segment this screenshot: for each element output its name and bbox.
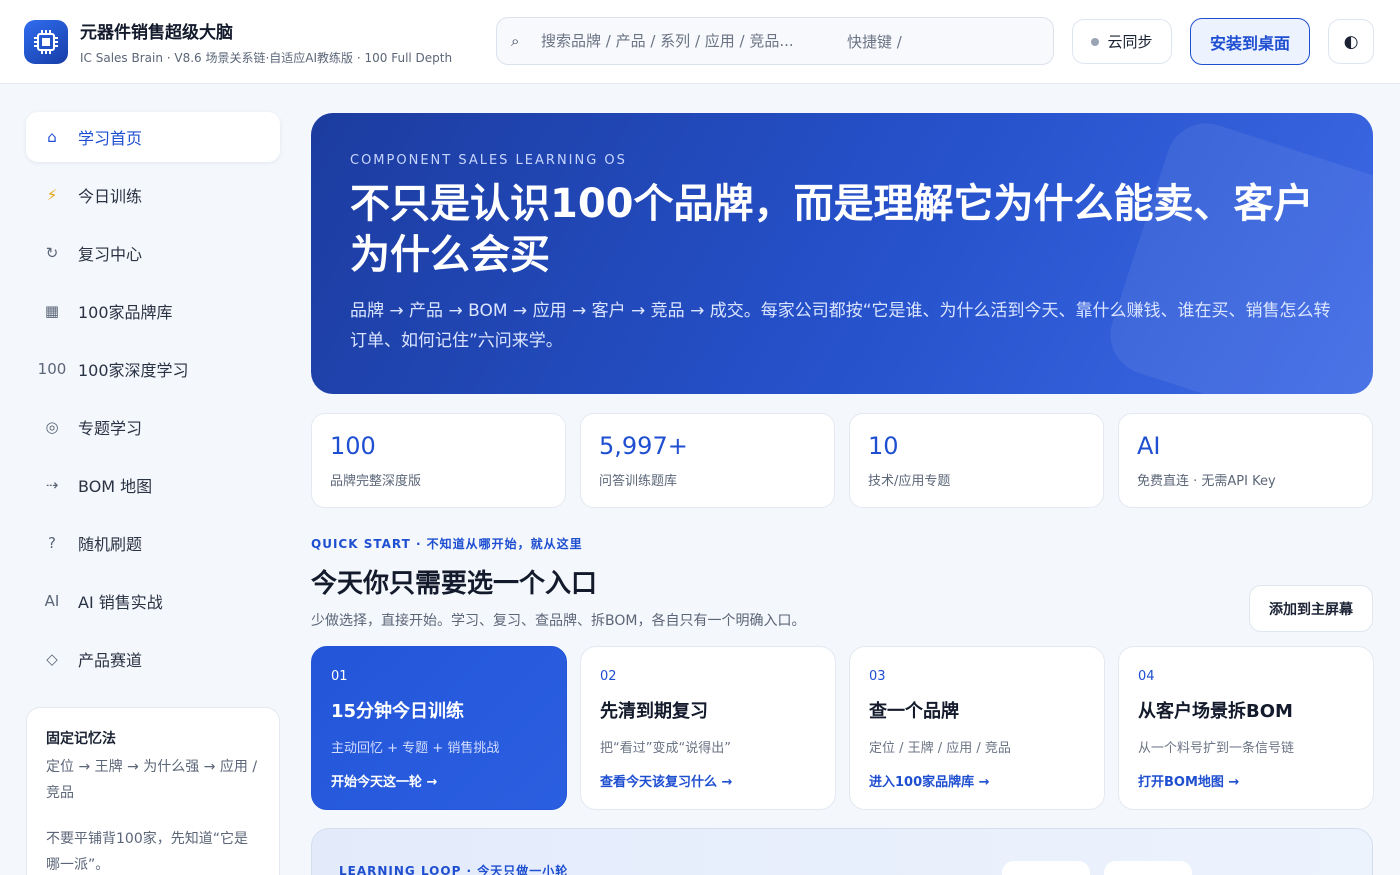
quick-card-link[interactable]: 查看今天该复习什么 → xyxy=(600,771,816,790)
sidebar-item-brand-library[interactable]: ▦ 100家品牌库 xyxy=(26,286,280,336)
target-icon: ◎ xyxy=(45,418,59,436)
sidebar-item-review[interactable]: ↻ 复习中心 xyxy=(26,228,280,278)
refresh-icon: ↻ xyxy=(45,244,59,262)
quick-card-title: 从客户场景拆BOM xyxy=(1138,701,1293,722)
sidebar-item-bom-map[interactable]: ⇢ BOM 地图 xyxy=(26,460,280,510)
quick-card-number: 04 xyxy=(1138,669,1155,684)
stat-card-ai: AI 免费直连 · 无需API Key xyxy=(1118,413,1373,508)
learning-loop-panel: LEARNING LOOP · 今天只做一小轮 xyxy=(311,828,1373,875)
sidebar-item-label: 学习首页 xyxy=(78,129,143,148)
sidebar-item-label: 100家品牌库 xyxy=(78,303,173,322)
sidebar-item-product-tracks[interactable]: ◇ 产品赛道 xyxy=(26,634,280,684)
quick-card-description: 主动回忆 + 专题 + 销售挑战 xyxy=(331,741,500,756)
sidebar-item-deep-learning[interactable]: 100 100家深度学习 xyxy=(26,344,280,394)
app-subtitle: IC Sales Brain · V8.6 场景关系链·自适应AI教练版 · 1… xyxy=(80,51,453,65)
stat-card-questions: 5,997+ 问答训练题库 xyxy=(580,413,835,508)
quick-card-description: 从一个料号扩到一条信号链 xyxy=(1138,741,1295,756)
cloud-sync-label: 云同步 xyxy=(1107,33,1153,51)
home-icon: ⌂ xyxy=(47,128,57,146)
quick-card-bom[interactable]: 04 从客户场景拆BOM 从一个料号扩到一条信号链 打开BOM地图 → xyxy=(1118,646,1374,810)
grid-icon: ▦ xyxy=(44,302,60,320)
sidebar-item-label: 随机刷题 xyxy=(78,535,143,554)
quick-card-daily-training[interactable]: 01 15分钟今日训练 主动回忆 + 专题 + 销售挑战 开始今天这一轮 → xyxy=(311,646,567,810)
sidebar-item-random-quiz[interactable]: ? 随机刷题 xyxy=(26,518,280,568)
quick-card-description: 定位 / 王牌 / 应用 / 竞品 xyxy=(869,741,1011,756)
diamond-icon: ◇ xyxy=(46,650,58,668)
sidebar-item-daily-training[interactable]: ⚡ 今日训练 xyxy=(26,170,280,220)
memory-card-title: 固定记忆法 xyxy=(46,731,116,747)
quick-card-link[interactable]: 开始今天这一轮 → xyxy=(331,771,547,790)
hero-description: 品牌 → 产品 → BOM → 应用 → 客户 → 竞品 → 成交。每家公司都按… xyxy=(350,301,1331,351)
sync-status-dot-icon xyxy=(1091,37,1100,46)
learning-loop-step[interactable] xyxy=(1002,861,1090,875)
ai-icon: AI xyxy=(44,592,60,610)
sidebar-item-label: 专题学习 xyxy=(78,419,143,438)
add-to-home-screen-button[interactable]: 添加到主屏幕 xyxy=(1249,585,1373,632)
hundred-badge-icon: 100 xyxy=(37,360,67,378)
sidebar-item-label: BOM 地图 xyxy=(78,477,153,496)
stat-card-brands: 100 品牌完整深度版 xyxy=(311,413,566,508)
stat-value: 5,997+ xyxy=(599,432,688,460)
quick-card-number: 02 xyxy=(600,669,617,684)
search-input[interactable] xyxy=(541,32,841,50)
quick-start-subtitle: 少做选择，直接开始。学习、复习、查品牌、拆BOM，各自只有一个明确入口。 xyxy=(311,613,806,629)
stat-label: 技术/应用专题 xyxy=(868,474,951,489)
learning-loop-step[interactable] xyxy=(1104,861,1192,875)
quick-card-title: 15分钟今日训练 xyxy=(331,701,465,722)
sidebar-item-label: 100家深度学习 xyxy=(78,361,189,380)
quick-card-title: 查一个品牌 xyxy=(869,701,959,722)
quick-card-number: 01 xyxy=(331,669,348,684)
stat-value: 100 xyxy=(330,432,376,460)
chip-logo-icon[interactable] xyxy=(24,20,68,64)
quick-card-brand-lookup[interactable]: 03 查一个品牌 定位 / 王牌 / 应用 / 竞品 进入100家品牌库 → xyxy=(849,646,1105,810)
stat-card-topics: 10 技术/应用专题 xyxy=(849,413,1104,508)
quick-card-title: 先清到期复习 xyxy=(600,701,708,722)
search-shortcut-hint: 快捷键 / xyxy=(847,32,902,51)
search-icon: ⌕ xyxy=(511,32,520,50)
sidebar-item-label: AI 销售实战 xyxy=(78,593,163,612)
arrow-right-icon: ⇢ xyxy=(45,476,59,494)
app-header: 元器件销售超级大脑 IC Sales Brain · V8.6 场景关系链·自适… xyxy=(0,0,1400,84)
hero-kicker: COMPONENT SALES LEARNING OS xyxy=(350,153,627,168)
memory-card-text: 定位 → 王牌 → 为什么强 → 应用 / 竞品 xyxy=(46,759,258,801)
learning-loop-kicker: LEARNING LOOP · 今天只做一小轮 xyxy=(339,864,569,875)
stat-label: 问答训练题库 xyxy=(599,474,678,489)
stat-value: AI xyxy=(1137,432,1161,460)
theme-toggle-icon[interactable]: ◐ xyxy=(1328,19,1374,64)
sidebar-nav: ⌂ 学习首页 ⚡ 今日训练 ↻ 复习中心 ▦ 100家品牌库 100 100家深… xyxy=(26,112,280,692)
sidebar-item-label: 今日训练 xyxy=(78,187,143,206)
sidebar-item-home[interactable]: ⌂ 学习首页 xyxy=(26,112,280,162)
cloud-sync-button[interactable]: 云同步 xyxy=(1072,19,1172,64)
lightning-icon: ⚡ xyxy=(46,186,58,204)
stat-label: 免费直连 · 无需API Key xyxy=(1137,474,1276,489)
sidebar-item-label: 产品赛道 xyxy=(78,651,143,670)
memory-method-card: 固定记忆法 定位 → 王牌 → 为什么强 → 应用 / 竞品 不要平铺背100家… xyxy=(26,707,280,875)
quick-card-review[interactable]: 02 先清到期复习 把“看过”变成“说得出” 查看今天该复习什么 → xyxy=(580,646,836,810)
quick-start-title: 今天你只需要选一个入口 xyxy=(311,569,598,599)
quick-card-link[interactable]: 进入100家品牌库 → xyxy=(869,771,1085,790)
sidebar-item-ai-sales[interactable]: AI AI 销售实战 xyxy=(26,576,280,626)
hero-banner: COMPONENT SALES LEARNING OS 不只是认识100个品牌，… xyxy=(311,113,1373,394)
search-bar[interactable]: ⌕ 快捷键 / xyxy=(496,17,1054,65)
app-title: 元器件销售超级大脑 xyxy=(80,23,233,43)
install-desktop-button[interactable]: 安装到桌面 xyxy=(1190,18,1310,65)
memory-card-tip: 不要平铺背100家，先知道“它是哪一派”。 xyxy=(46,831,248,873)
quick-card-number: 03 xyxy=(869,669,886,684)
stat-label: 品牌完整深度版 xyxy=(330,474,422,489)
sidebar-item-topics[interactable]: ◎ 专题学习 xyxy=(26,402,280,452)
stat-value: 10 xyxy=(868,432,899,460)
quick-card-link[interactable]: 打开BOM地图 → xyxy=(1138,771,1354,790)
quick-card-description: 把“看过”变成“说得出” xyxy=(600,741,731,756)
hero-title: 不只是认识100个品牌，而是理解它为什么能卖、客户为什么会买 xyxy=(350,181,1314,278)
question-icon: ? xyxy=(48,534,56,552)
sidebar-item-label: 复习中心 xyxy=(78,245,143,264)
quick-start-kicker: QUICK START · 不知道从哪开始，就从这里 xyxy=(311,537,583,551)
